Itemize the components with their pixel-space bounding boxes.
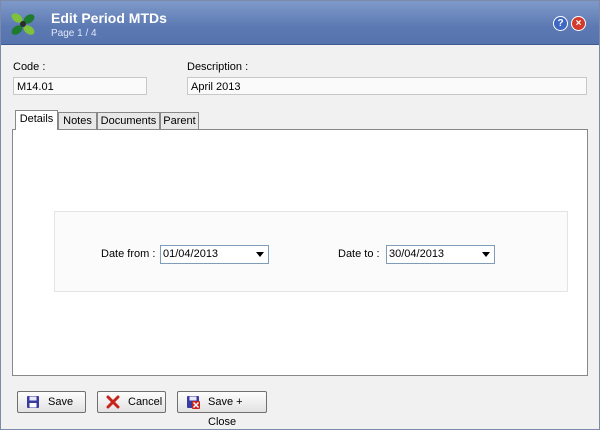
date-from-label: Date from : [101, 248, 156, 260]
details-panel: Date from : 01/04/2013 Date to : 30/04/2… [12, 129, 588, 376]
tab-documents[interactable]: Documents [97, 112, 160, 129]
date-to-label: Date to : [338, 248, 380, 260]
tab-details[interactable]: Details [15, 110, 58, 130]
floppy-disk-icon [27, 396, 39, 408]
date-from-value: 01/04/2013 [163, 248, 219, 260]
cancel-x-icon [106, 395, 120, 409]
chevron-down-icon[interactable] [256, 252, 264, 257]
code-field[interactable]: M14.01 [13, 77, 147, 95]
page-indicator: Page 1 / 4 [51, 28, 97, 39]
save-close-icon [187, 396, 200, 409]
code-label: Code : [13, 61, 46, 73]
app-logo-icon [11, 13, 35, 35]
cancel-button[interactable]: Cancel [97, 391, 166, 413]
save-close-button-label: Save + Close [208, 396, 243, 428]
edit-period-window: Edit Period MTDs Page 1 / 4 ? × Code : M… [0, 0, 600, 430]
tab-parent[interactable]: Parent [160, 112, 199, 129]
date-range-group: Date from : 01/04/2013 Date to : 30/04/2… [54, 211, 568, 292]
save-button-label: Save [48, 396, 74, 408]
description-field[interactable]: April 2013 [187, 77, 587, 95]
title-bar: Edit Period MTDs Page 1 / 4 ? × [1, 1, 599, 45]
cancel-button-label: Cancel [128, 396, 163, 408]
close-icon[interactable]: × [571, 16, 586, 31]
window-title: Edit Period MTDs [51, 10, 167, 26]
save-button[interactable]: Save [17, 391, 86, 413]
date-to-select[interactable]: 30/04/2013 [386, 245, 495, 264]
help-icon[interactable]: ? [553, 16, 568, 31]
chevron-down-icon[interactable] [482, 252, 490, 257]
save-close-button[interactable]: Save + Close [177, 391, 267, 428]
tab-notes[interactable]: Notes [58, 112, 97, 129]
date-to-value: 30/04/2013 [389, 248, 445, 260]
date-from-select[interactable]: 01/04/2013 [160, 245, 269, 264]
description-label: Description : [187, 61, 249, 73]
